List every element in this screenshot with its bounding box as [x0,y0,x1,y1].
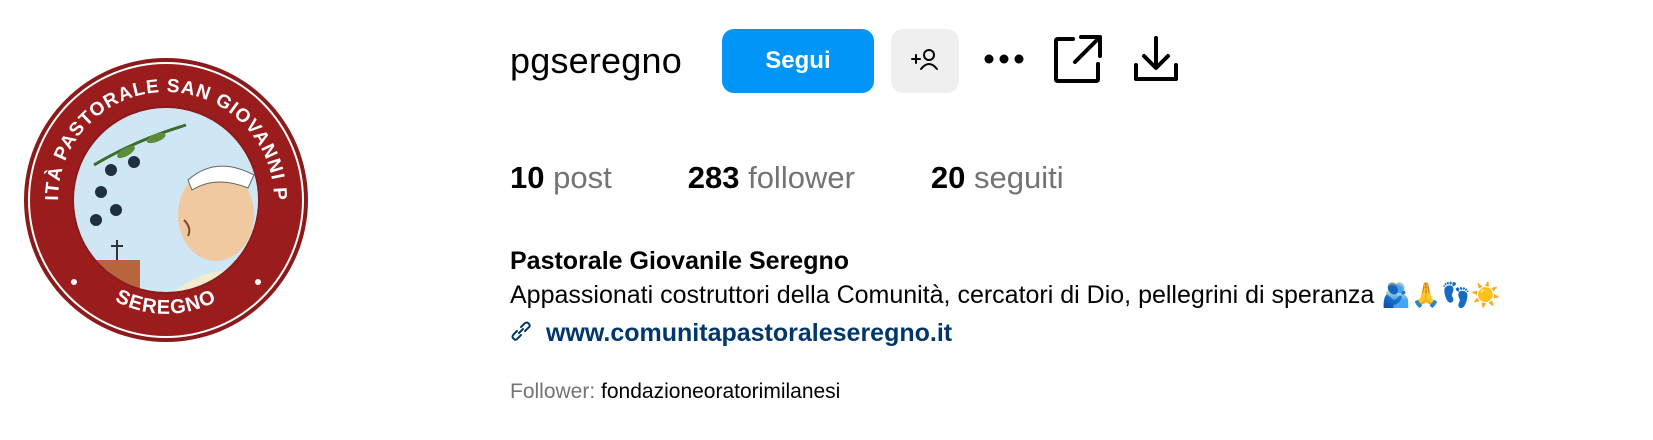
external-link-row[interactable]: www.comunitapastoraleseregno.it [510,315,1640,351]
download-button[interactable] [1133,35,1179,88]
bio-text: Appassionati costruttori della Comunità,… [510,281,1375,309]
share-profile-button[interactable] [1053,34,1103,89]
following-value: 20 [930,160,966,195]
bio-description: Appassionati costruttori della Comunità,… [510,278,1640,313]
following-label: seguiti [974,160,1064,195]
full-name: Pastorale Giovanile Seregno [510,247,850,275]
more-options-button[interactable] [983,52,1025,70]
username: pgseregno [510,40,682,81]
followers-label: follower [748,160,855,195]
profile-avatar[interactable]: COMUNITÀ PASTORALE SAN GIOVANNI PAOLO II… [8,34,316,350]
share-external-icon [1053,34,1103,89]
posts-value: 10 [510,160,545,195]
posts-count: 10 post [510,160,612,196]
followed-by-label: Follower: [510,380,596,403]
followed-by-names: fondazioneoratorimilanesi [601,380,841,403]
download-icon [1133,35,1179,88]
followers-count[interactable]: 283 follower [688,160,855,196]
following-count[interactable]: 20 seguiti [931,160,1064,196]
follow-button[interactable]: Segui [721,29,874,93]
bio-emojis: 🫂🙏👣☀️ [1381,282,1501,309]
profile-stats: 10 post 283 follower 20 seguiti [510,160,1140,196]
followed-by[interactable]: Follower: fondazioneoratorimilanesi [510,380,840,404]
posts-label: post [553,160,612,195]
parish-logo: COMUNITÀ PASTORALE SAN GIOVANNI PAOLO II… [8,34,308,342]
link-icon [510,320,532,347]
add-person-icon [909,43,941,80]
more-options-icon [983,52,1025,70]
profile-header: pgseregno Segui [510,28,1179,94]
profile-bio: Pastorale Giovanile Seregno Appassionati… [510,244,1640,351]
suggested-accounts-button[interactable] [890,29,959,93]
followers-value: 283 [687,160,740,195]
website-link[interactable]: www.comunitapastoraleseregno.it [546,319,952,348]
